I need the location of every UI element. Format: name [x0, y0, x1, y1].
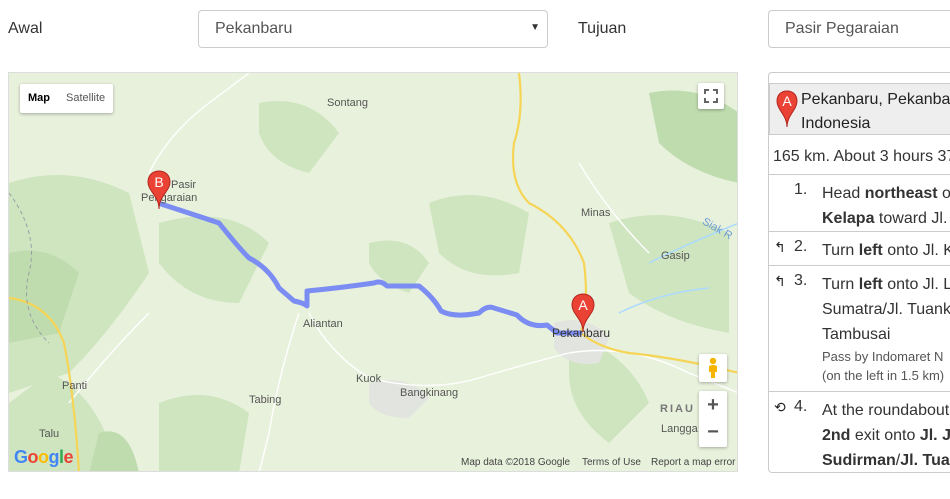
direction-step[interactable]: ↰ 3. Turn left onto Jl. L Sumatra/Jl. Tu…: [769, 265, 950, 391]
destination-label: Tujuan: [578, 20, 627, 37]
place-label: Kuok: [356, 373, 382, 385]
origin-marker: A: [776, 90, 798, 128]
place-label: Talu: [39, 428, 60, 440]
chevron-down-icon: ▼: [530, 22, 540, 33]
direction-step[interactable]: 1. Head northeast on Kelapa toward Jl. T: [769, 174, 950, 231]
google-logo: Google: [14, 447, 74, 467]
origin-select[interactable]: Pekanbaru ▼: [198, 10, 548, 48]
step-text: toward Jl. T: [878, 210, 950, 227]
fullscreen-icon: [704, 89, 718, 103]
step-text: At the roundabout: [822, 402, 950, 419]
zoom-out-button[interactable]: −: [707, 419, 719, 447]
origin-select-value: Pekanbaru: [215, 20, 293, 37]
step-text: northeast: [864, 185, 938, 202]
direction-step[interactable]: ⟲ 4. At the roundabout 2nd exit onto Jl.…: [769, 391, 950, 472]
origin-label: Awal: [8, 20, 43, 37]
street-view-button[interactable]: [699, 354, 727, 382]
step-text: Head: [822, 185, 865, 202]
step-text: Turn: [822, 276, 859, 293]
place-label: Panti: [62, 380, 88, 392]
step-note: Pass by Indomaret N: [822, 349, 944, 364]
step-text: Tambusai: [822, 326, 891, 343]
map-type-map-button[interactable]: Map: [20, 84, 58, 113]
marker-a[interactable]: A: [571, 293, 595, 333]
turn-left-icon: ↰: [774, 239, 786, 255]
step-text: on: [938, 185, 950, 202]
marker-b[interactable]: B: [147, 170, 171, 210]
place-label: Pasir: [171, 179, 197, 191]
marker-b-label: B: [154, 174, 164, 190]
marker-a-label: A: [578, 297, 588, 313]
map-attribution: Map data ©2018 Google: [461, 457, 571, 468]
zoom-control: + −: [699, 391, 727, 447]
place-label: Gasip: [661, 250, 690, 262]
map-canvas: [9, 73, 737, 471]
map-type-satellite-button[interactable]: Satellite: [58, 84, 113, 113]
place-label: Langga: [661, 423, 698, 435]
step-note: (on the left in 1.5 km): [822, 368, 945, 383]
directions-origin[interactable]: A Pekanbaru, Pekanbar Indonesia: [769, 83, 950, 135]
step-text: Kelapa: [822, 210, 875, 227]
route-summary: 165 km. About 3 hours 37: [773, 148, 950, 165]
step-text: Sumatra/Jl. Tuank: [822, 301, 950, 318]
step-text: 2nd: [822, 427, 851, 444]
destination-select-value: Pasir Pegaraian: [785, 20, 899, 37]
place-label: RIAU: [660, 403, 695, 415]
step-text: exit onto: [850, 427, 920, 444]
direction-step[interactable]: ↰ 2. Turn left onto Jl. K: [769, 231, 950, 265]
origin-marker-label: A: [782, 93, 792, 109]
map-type-control: Map Satellite: [20, 84, 114, 113]
place-label: Aliantan: [303, 318, 343, 330]
place-label: Minas: [581, 207, 611, 219]
step-number: 1.: [794, 181, 808, 198]
roundabout-icon: ⟲: [774, 399, 786, 415]
place-label: Sontang: [327, 97, 368, 109]
step-text: Jl. Tuan: [900, 452, 950, 469]
destination-select[interactable]: Pasir Pegaraian: [768, 10, 950, 48]
terms-link[interactable]: Terms of Use: [582, 457, 641, 468]
step-text: left: [858, 276, 883, 293]
step-text: Jl. Je: [919, 427, 950, 444]
step-number: 4.: [794, 398, 808, 415]
map-view[interactable]: Sontang Pasir Pengaraian Minas Gasip Sia…: [8, 72, 738, 472]
step-number: 2.: [794, 238, 808, 255]
fullscreen-button[interactable]: [698, 83, 724, 109]
step-text: onto Jl. L: [882, 276, 950, 293]
report-error-link[interactable]: Report a map error: [651, 457, 735, 468]
place-label: Bangkinang: [400, 387, 459, 399]
step-text: Sudirman: [822, 452, 896, 469]
step-text: Turn: [822, 242, 859, 259]
zoom-in-button[interactable]: +: [707, 391, 719, 419]
origin-address-line: Indonesia: [801, 115, 871, 132]
directions-panel: A Pekanbaru, Pekanbar Indonesia 165 km. …: [768, 72, 950, 473]
step-number: 3.: [794, 272, 808, 289]
step-text: onto Jl. K: [882, 242, 950, 259]
step-text: left: [858, 242, 883, 259]
pegman-icon: [709, 357, 717, 378]
place-label: Tabing: [249, 394, 282, 406]
turn-left-icon: ↰: [774, 273, 786, 289]
origin-address-line: Pekanbaru, Pekanbar: [801, 91, 950, 108]
